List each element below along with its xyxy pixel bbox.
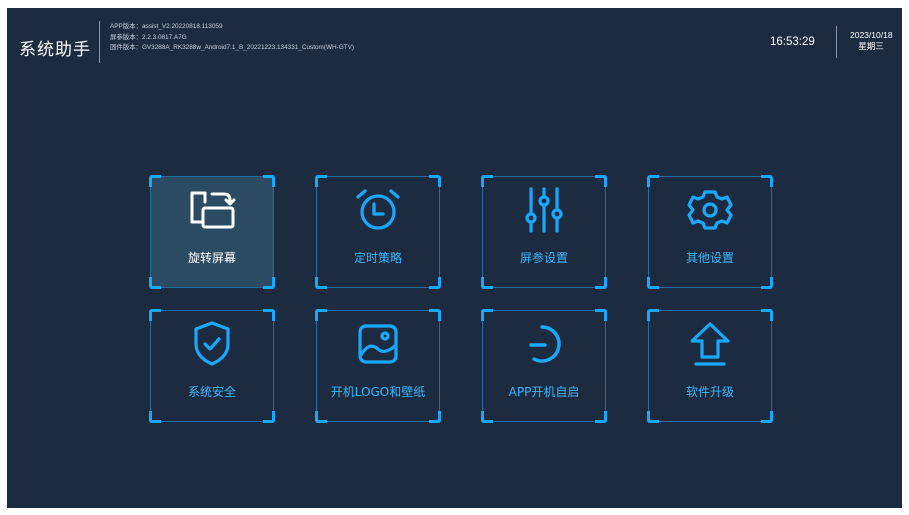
tile-boot-logo-wallpaper[interactable]: 开机LOGO和壁纸 — [315, 309, 441, 423]
rotate-screen-icon — [151, 185, 273, 235]
tile-label: 定时策略 — [353, 251, 402, 265]
clock: 16:53:29 — [770, 36, 815, 48]
tile-label: 软件升级 — [685, 385, 734, 399]
tile-timer-policy[interactable]: 定时策略 — [315, 175, 441, 289]
tile-label: APP开机自启 — [508, 385, 580, 399]
app-screen: 系统助手 APP版本：assist_V2.20220818.113059 屏参版… — [7, 8, 902, 508]
firmware-version: 固件版本：GV3288A_RK3288w_Android7.1_B_202212… — [110, 44, 355, 51]
version-info: APP版本：assist_V2.20220818.113059 屏参版本：2.2… — [110, 22, 354, 54]
tile-label: 屏参设置 — [519, 251, 568, 265]
image-icon — [317, 319, 439, 369]
tile-system-security[interactable]: 系统安全 — [149, 309, 275, 423]
alarm-clock-icon — [317, 185, 439, 235]
tile-label: 旋转屏幕 — [187, 251, 236, 265]
tile-label: 其他设置 — [685, 251, 734, 265]
screen-version: 屏参版本：2.2.3.0817.A7G — [110, 33, 187, 41]
tile-app-autostart[interactable]: APP开机自启 — [481, 309, 607, 423]
tile-software-upgrade[interactable]: 软件升级 — [647, 309, 773, 423]
app-version: APP版本：assist_V2.20220818.113059 — [110, 23, 223, 30]
tile-rotate-screen[interactable]: 旋转屏幕 — [149, 175, 275, 289]
date-block: 2023/10/18 星期三 — [850, 30, 893, 52]
title-divider — [99, 21, 100, 63]
tile-other-settings[interactable]: 其他设置 — [647, 175, 773, 289]
upgrade-arrow-icon — [649, 319, 771, 369]
shield-check-icon — [151, 319, 273, 369]
sliders-icon — [483, 185, 605, 235]
tile-screen-settings[interactable]: 屏参设置 — [481, 175, 607, 289]
app-title: 系统助手 — [19, 40, 91, 60]
weekday: 星期三 — [858, 41, 884, 51]
tile-label: 开机LOGO和壁纸 — [330, 385, 426, 399]
date: 2023/10/18 — [850, 30, 893, 40]
clock-divider — [836, 26, 837, 58]
tile-label: 系统安全 — [187, 385, 236, 399]
power-start-icon — [483, 319, 605, 369]
gear-icon — [649, 185, 771, 235]
